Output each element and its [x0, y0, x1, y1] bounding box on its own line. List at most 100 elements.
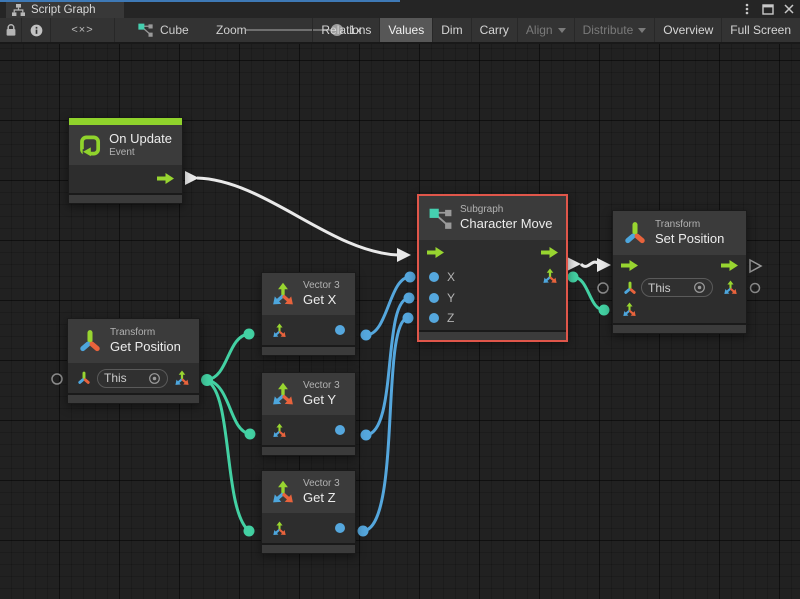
input-port-y[interactable]	[429, 293, 439, 303]
loop-event-icon	[79, 132, 101, 159]
vector3-out-icon[interactable]	[723, 280, 738, 295]
node-set-position[interactable]: Transform Set Position This	[612, 210, 747, 334]
title-bar: Script Graph	[0, 0, 800, 18]
node-title: Set Position	[655, 231, 724, 247]
graph-hierarchy-icon	[12, 4, 25, 16]
this-object-field[interactable]: This	[97, 369, 168, 388]
node-category: Subgraph	[460, 204, 552, 216]
vector3-out-icon[interactable]	[174, 370, 190, 386]
tab-label: Script Graph	[31, 4, 96, 16]
node-footer	[69, 193, 182, 203]
code-view-button[interactable]: <×>	[51, 18, 115, 42]
values-button[interactable]: Values	[380, 18, 433, 42]
zoom-label: Zoom	[216, 18, 247, 42]
vector3-icon	[271, 382, 295, 406]
node-header: Subgraph Character Move	[419, 196, 566, 240]
dim-button[interactable]: Dim	[433, 18, 471, 42]
node-title: On Update	[109, 131, 172, 147]
node-footer	[262, 543, 355, 553]
node-subtitle: Event	[109, 147, 172, 159]
fullscreen-button[interactable]: Full Screen	[722, 18, 799, 42]
graph-name: Cube	[160, 23, 189, 37]
subgraph-icon	[429, 208, 452, 229]
menu-kebab-icon[interactable]	[740, 2, 754, 16]
chevron-down-icon	[638, 28, 646, 33]
toolbar-buttons: Relations Values Dim Carry Align Distrib…	[312, 18, 799, 42]
flow-out-arrow-icon[interactable]	[721, 260, 738, 271]
node-header: Vector 3 Get Y	[262, 373, 355, 415]
transform-port-icon[interactable]	[623, 281, 637, 295]
input-port-x[interactable]	[429, 272, 439, 282]
input-label-x: X	[447, 270, 455, 284]
float-out-port[interactable]	[335, 523, 345, 533]
node-header: Vector 3 Get X	[262, 273, 355, 315]
node-header: Transform Get Position	[68, 319, 199, 363]
graph-breadcrumb[interactable]: Cube	[138, 18, 189, 42]
node-body: This	[613, 255, 746, 323]
node-title: Get X	[303, 292, 340, 308]
vector3-icon	[271, 282, 295, 306]
maximize-icon[interactable]	[761, 2, 775, 16]
carry-button[interactable]: Carry	[472, 18, 518, 42]
flow-out-arrow-icon[interactable]	[157, 173, 174, 184]
vector3-out-icon[interactable]	[542, 268, 558, 284]
node-get-x[interactable]: Vector 3 Get X	[261, 272, 356, 356]
transform-icon	[623, 221, 647, 245]
vector3-in-icon[interactable]	[272, 323, 287, 338]
transform-port-icon[interactable]	[77, 371, 91, 385]
this-object-field[interactable]: This	[641, 278, 713, 297]
this-field-value: This	[104, 371, 127, 385]
input-port-z[interactable]	[429, 313, 439, 323]
node-footer	[262, 345, 355, 355]
node-footer	[613, 323, 746, 333]
tab-script-graph[interactable]: Script Graph	[6, 2, 124, 18]
script-graph-window: Script Graph	[0, 0, 800, 599]
object-picker-icon[interactable]	[693, 281, 706, 294]
subgraph-icon	[138, 23, 153, 37]
align-dropdown[interactable]: Align	[518, 18, 575, 42]
node-title: Get Position	[110, 339, 181, 355]
float-out-port[interactable]	[335, 425, 345, 435]
node-body: X Y Z	[419, 240, 566, 330]
vector3-in-icon[interactable]	[622, 302, 637, 317]
lock-icon	[5, 24, 17, 37]
node-body	[262, 415, 355, 445]
relations-button[interactable]: Relations	[313, 18, 380, 42]
flow-in-arrow-icon[interactable]	[621, 260, 638, 271]
close-icon[interactable]	[782, 2, 796, 16]
event-accent-bar	[69, 118, 182, 125]
node-get-position[interactable]: Transform Get Position This	[67, 318, 200, 404]
info-button[interactable]	[22, 18, 51, 42]
node-category: Transform	[110, 327, 181, 339]
distribute-dropdown[interactable]: Distribute	[575, 18, 656, 42]
node-character-move[interactable]: Subgraph Character Move X Y Z	[417, 194, 568, 342]
node-on-update[interactable]: On Update Event	[68, 117, 183, 204]
node-body	[262, 315, 355, 345]
overview-button[interactable]: Overview	[655, 18, 722, 42]
float-out-port[interactable]	[335, 325, 345, 335]
vector3-icon	[271, 480, 295, 504]
object-picker-icon[interactable]	[148, 372, 161, 385]
lock-button[interactable]	[0, 18, 22, 42]
this-field-value: This	[648, 281, 671, 295]
node-title: Get Z	[303, 490, 340, 506]
node-header: Transform Set Position	[613, 211, 746, 255]
node-title: Get Y	[303, 392, 340, 408]
flow-in-arrow-icon[interactable]	[427, 247, 444, 258]
input-label-y: Y	[447, 291, 455, 305]
vector3-in-icon[interactable]	[272, 423, 287, 438]
node-footer	[262, 445, 355, 455]
node-footer	[419, 330, 566, 340]
chevron-down-icon	[558, 28, 566, 33]
node-get-z[interactable]: Vector 3 Get Z	[261, 470, 356, 554]
node-title: Character Move	[460, 216, 552, 232]
vector3-in-icon[interactable]	[272, 521, 287, 536]
node-category: Vector 3	[303, 380, 340, 392]
graph-toolbar: <×> Cube Zoom 1x Relations Values Dim Ca…	[0, 18, 800, 44]
transform-icon	[78, 329, 102, 353]
node-header: Vector 3 Get Z	[262, 471, 355, 513]
flow-out-arrow-icon[interactable]	[541, 247, 558, 258]
node-body: This	[68, 363, 199, 393]
node-get-y[interactable]: Vector 3 Get Y	[261, 372, 356, 456]
node-body	[262, 513, 355, 543]
